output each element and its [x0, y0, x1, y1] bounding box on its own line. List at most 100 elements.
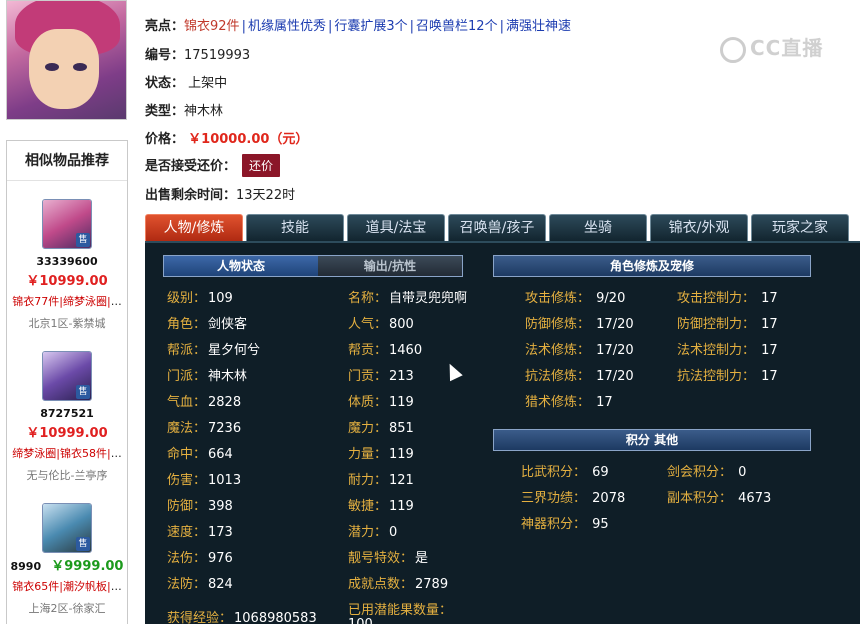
stat-mid-0: 名称： 自带灵兜兜啊	[348, 291, 468, 306]
cultivation-stat-4: 猎术修炼： 17	[525, 395, 613, 410]
stat-left-6: 命中： 664	[167, 447, 233, 462]
potential-fruit-value: 100	[348, 617, 373, 624]
stat-mid-11: 成就点数： 2789	[348, 577, 449, 592]
tab-character[interactable]: 人物/修炼	[145, 214, 243, 241]
control-stat-0: 攻击控制力： 17	[677, 291, 778, 306]
cultivation-stat-2: 法术修炼： 17/20	[525, 343, 634, 358]
stat-left-9: 速度： 173	[167, 525, 233, 540]
bargain-row: 是否接受还价： 还价	[145, 154, 281, 177]
tab-outfits[interactable]: 锦衣/外观	[650, 214, 748, 241]
similar-items-title: 相似物品推荐	[7, 141, 127, 181]
highlight-tag: 行囊扩展3个	[334, 19, 408, 34]
tab-mounts[interactable]: 坐骑	[549, 214, 647, 241]
stat-left-11: 法防： 824	[167, 577, 233, 592]
stat-left-3: 门派： 神木林	[167, 369, 248, 384]
highlight-tag: 召唤兽栏12个	[416, 19, 498, 34]
item-server: 无与伦比-兰亭序	[26, 469, 108, 482]
type-row: 类型：神木林	[145, 104, 224, 119]
stat-mid-5: 魔力： 851	[348, 421, 414, 436]
stat-mid-4: 体质： 119	[348, 395, 414, 410]
control-stat-3: 抗法控制力： 17	[677, 369, 778, 384]
item-tags[interactable]: 锦衣77件|缔梦泳圈|…	[7, 293, 127, 309]
tab-pets[interactable]: 召唤兽/孩子	[448, 214, 546, 241]
item-price: ￥10999.00	[26, 274, 108, 289]
stat-mid-1: 人气： 800	[348, 317, 414, 332]
stat-mid-7: 耐力： 121	[348, 473, 414, 488]
stat-mid-10: 靓号特效：是	[348, 551, 429, 566]
price-value: ￥10000.00（元）	[188, 132, 309, 147]
stat-mid-6: 力量： 119	[348, 447, 414, 462]
points-stat-right-0: 剑会积分： 0	[667, 465, 747, 480]
subtab-char-status[interactable]: 人物状态	[164, 256, 318, 276]
cc-live-watermark: CC直播	[720, 32, 823, 63]
tab-skills[interactable]: 技能	[246, 214, 344, 241]
stat-mid-3: 门贡： 213	[348, 369, 414, 384]
stat-left-10: 法伤： 976	[167, 551, 233, 566]
cultivation-stat-3: 抗法修炼： 17/20	[525, 369, 634, 384]
similar-item-2[interactable]: 售 8727521 ￥10999.00 缔梦泳圈|锦衣58件|… 无与伦比-兰亭…	[7, 351, 127, 483]
item-server: 上海2区-徐家汇	[28, 602, 106, 615]
points-stat-0: 比武积分： 69	[521, 465, 609, 480]
similar-items-panel: 相似物品推荐 售 33339600 ￥10999.00 锦衣77件|缔梦泳圈|……	[6, 140, 128, 624]
cc-logo-icon	[720, 36, 746, 63]
sell-badge: 售	[76, 233, 90, 247]
character-portrait	[6, 0, 127, 120]
detail-tabs: 人物/修炼 技能 道具/法宝 召唤兽/孩子 坐骑 锦衣/外观 玩家之家	[145, 214, 860, 242]
sell-badge: 售	[76, 385, 90, 399]
status-value: 上架中	[188, 76, 228, 91]
points-stat-1: 三界功绩： 2078	[521, 491, 626, 506]
highlight-tag: 锦衣92件	[184, 19, 240, 34]
stat-left-5: 魔法： 7236	[167, 421, 242, 436]
item-id: 33339600	[36, 255, 98, 268]
item-tags[interactable]: 锦衣65件|潮汐帆板|…	[7, 578, 127, 594]
points-header: 积分 其他	[493, 429, 811, 451]
bargain-button[interactable]: 还价	[242, 154, 281, 177]
stat-left-4: 气血： 2828	[167, 395, 242, 410]
control-stat-2: 法术控制力： 17	[677, 343, 778, 358]
sell-badge: 售	[76, 537, 90, 551]
remaining-time-row: 出售剩余时间：13天22时	[145, 188, 296, 203]
type-value: 神木林	[184, 104, 224, 119]
char-status-header: 人物状态 输出/抗性	[163, 255, 463, 277]
item-price: ￥9999.00	[51, 559, 124, 574]
points-stat-2: 神器积分： 95	[521, 517, 609, 532]
tab-home[interactable]: 玩家之家	[751, 214, 849, 241]
stat-mid-8: 敏捷： 119	[348, 499, 414, 514]
highlight-tag: 机缘属性优秀	[247, 19, 326, 34]
stat-mid-2: 帮贡： 1460	[348, 343, 423, 358]
id-row: 编号：17519993	[145, 48, 251, 63]
highlight-tag: 满强壮神速	[505, 19, 571, 34]
item-avatar[interactable]: 售	[42, 199, 92, 249]
price-row: 价格： ￥10000.00（元）	[145, 132, 309, 147]
item-tags[interactable]: 缔梦泳圈|锦衣58件|…	[7, 445, 127, 461]
trade-page: 相似物品推荐 售 33339600 ￥10999.00 锦衣77件|缔梦泳圈|……	[0, 0, 860, 624]
stat-left-0: 级别： 109	[167, 291, 233, 306]
similar-item-3[interactable]: 售 8990 ￥9999.00 锦衣65件|潮汐帆板|… 上海2区-徐家汇	[7, 503, 127, 616]
similar-item-1[interactable]: 售 33339600 ￥10999.00 锦衣77件|缔梦泳圈|… 北京1区-紫…	[7, 199, 127, 331]
points-stat-right-1: 副本积分： 4673	[667, 491, 772, 506]
highlights-row: 亮点：锦衣92件 | 机缘属性优秀 | 行囊扩展3个 | 召唤兽栏12个 | 满强壮神速	[145, 19, 571, 34]
status-row: 状态： 上架中	[145, 76, 228, 91]
cultivation-stat-0: 攻击修炼： 9/20	[525, 291, 626, 306]
item-id: 8990	[10, 560, 42, 573]
stat-mid-9: 潜力： 0	[348, 525, 398, 540]
exp-stat: 获得经验： 1068980583	[167, 611, 317, 624]
subtab-output-resist[interactable]: 输出/抗性	[318, 256, 462, 276]
item-id: 8727521	[40, 407, 94, 420]
item-price: ￥10999.00	[26, 426, 108, 441]
stat-left-8: 防御： 398	[167, 499, 233, 514]
remaining-time-value: 13天22时	[236, 188, 296, 203]
tab-items[interactable]: 道具/法宝	[347, 214, 445, 241]
stat-left-7: 伤害： 1013	[167, 473, 242, 488]
stat-left-1: 角色： 剑侠客	[167, 317, 248, 332]
character-panel: 人物状态 输出/抗性 角色修炼及宠修 积分 其他 级别： 109 角色： 剑侠客 帮派：…	[145, 241, 860, 624]
item-server: 北京1区-紫禁城	[28, 317, 106, 330]
item-avatar[interactable]: 售	[42, 503, 92, 553]
stat-left-2: 帮派： 星夕何兮	[167, 343, 261, 358]
cultivation-stat-1: 防御修炼： 17/20	[525, 317, 634, 332]
potential-fruit-stat: 已用潜能果数量：	[348, 603, 453, 618]
control-stat-1: 防御控制力： 17	[677, 317, 778, 332]
item-avatar[interactable]: 售	[42, 351, 92, 401]
cultivation-header: 角色修炼及宠修	[493, 255, 811, 277]
item-number: 17519993	[184, 48, 251, 63]
